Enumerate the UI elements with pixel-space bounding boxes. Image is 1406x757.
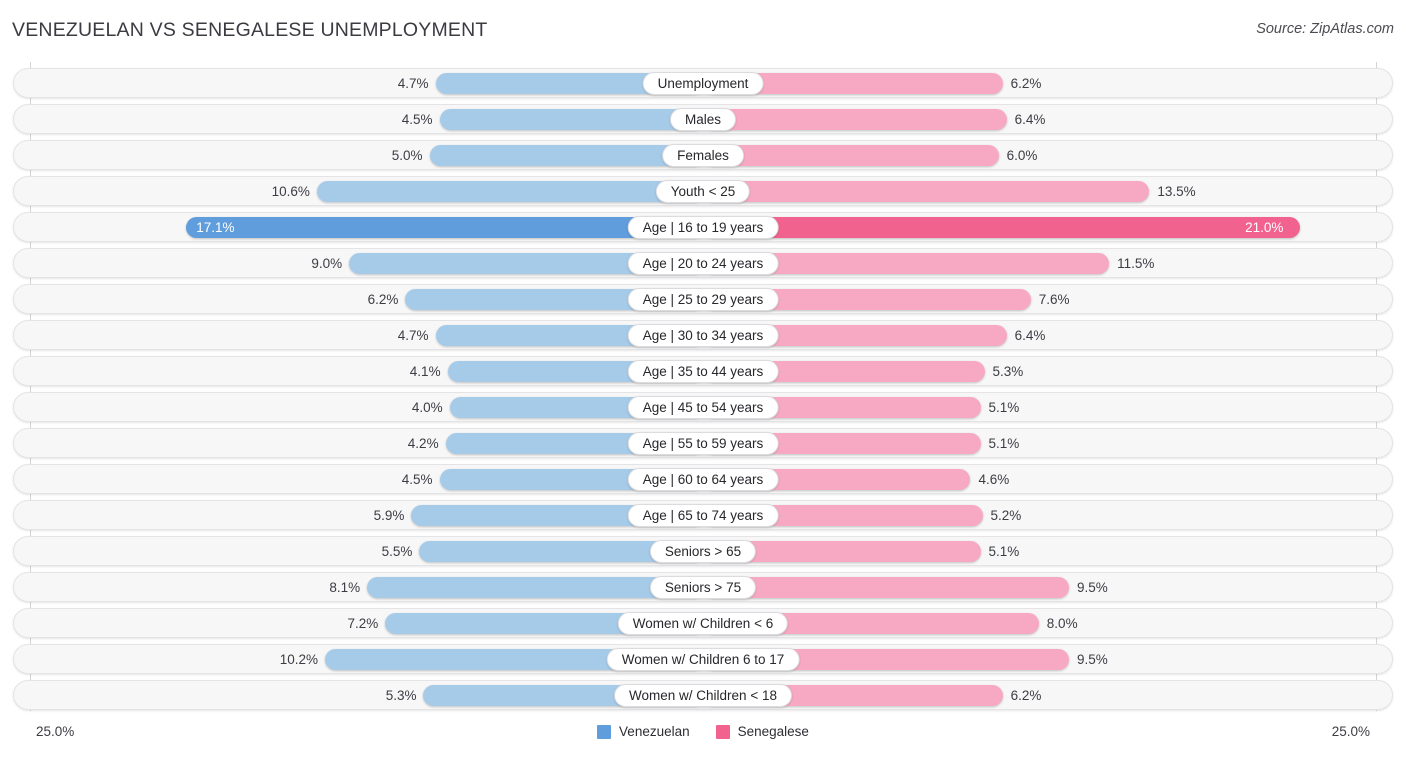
bar-senegalese[interactable] [704,217,1300,238]
bar-senegalese[interactable] [704,109,1007,130]
table-row[interactable]: 4.0% 5.1% Age | 45 to 54 years [13,392,1393,422]
legend-label: Senegalese [738,724,809,739]
table-row[interactable]: 4.1% 5.3% Age | 35 to 44 years [13,356,1393,386]
bar-venezuelan[interactable] [186,217,704,238]
table-row[interactable]: 5.5% 5.1% Seniors > 65 [13,536,1393,566]
table-row[interactable]: 6.2% 7.6% Age | 25 to 29 years [13,284,1393,314]
value-label-venezuelan: 4.7% [384,327,429,344]
chart-page: VENEZUELAN VS SENEGALESE UNEMPLOYMENT So… [0,0,1406,757]
table-row[interactable]: 10.2% 9.5% Women w/ Children 6 to 17 [13,644,1393,674]
table-row[interactable]: 10.6% 13.5% Youth < 25 [13,176,1393,206]
category-label: Youth < 25 [656,180,750,203]
table-row[interactable]: 4.2% 5.1% Age | 55 to 59 years [13,428,1393,458]
bar-senegalese[interactable] [704,145,999,166]
category-label: Age | 65 to 74 years [628,504,779,527]
table-row[interactable]: 4.5% 4.6% Age | 60 to 64 years [13,464,1393,494]
value-label-senegalese: 6.2% [1011,75,1042,92]
value-label-venezuelan: 10.2% [273,651,318,668]
value-label-senegalese: 5.1% [989,543,1020,560]
table-row[interactable]: 4.5% 6.4% Males [13,104,1393,134]
value-label-venezuelan: 5.9% [359,507,404,524]
table-row[interactable]: 5.0% 6.0% Females [13,140,1393,170]
value-label-senegalese: 5.2% [991,507,1022,524]
value-label-venezuelan: 4.0% [398,399,443,416]
category-label: Age | 55 to 59 years [628,432,779,455]
value-label-venezuelan: 4.1% [396,363,441,380]
category-label: Age | 45 to 54 years [628,396,779,419]
value-label-senegalese: 13.5% [1157,183,1195,200]
category-label: Seniors > 75 [650,576,756,599]
chart-plot-area: 4.7% 6.2% Unemployment 4.5% 6.4% Males 5.0% 6.0… [0,62,1406,717]
value-label-senegalese: 6.2% [1011,687,1042,704]
value-label-venezuelan: 4.5% [388,471,433,488]
chart-legend: Venezuelan Senegalese [0,724,1406,739]
category-label: Age | 16 to 19 years [628,216,779,239]
category-label: Age | 60 to 64 years [628,468,779,491]
legend-item[interactable]: Venezuelan [597,724,690,739]
table-row[interactable]: 4.7% 6.2% Unemployment [13,68,1393,98]
bar-senegalese[interactable] [704,181,1149,202]
table-row[interactable]: 17.1% 21.0% Age | 16 to 19 years [13,212,1393,242]
value-label-venezuelan: 5.0% [378,147,423,164]
category-label: Unemployment [643,72,764,95]
category-label: Age | 35 to 44 years [628,360,779,383]
bar-venezuelan[interactable] [440,109,704,130]
value-label-senegalese: 21.0% [1245,219,1283,236]
legend-swatch-icon [716,725,730,739]
value-label-senegalese: 8.0% [1047,615,1078,632]
table-row[interactable]: 9.0% 11.5% Age | 20 to 24 years [13,248,1393,278]
value-label-senegalese: 6.4% [1015,111,1046,128]
value-label-venezuelan: 7.2% [333,615,378,632]
value-label-venezuelan: 10.6% [265,183,310,200]
table-row[interactable]: 5.3% 6.2% Women w/ Children < 18 [13,680,1393,710]
category-label: Females [662,144,744,167]
value-label-senegalese: 5.1% [989,435,1020,452]
value-label-venezuelan: 4.5% [388,111,433,128]
value-label-senegalese: 6.0% [1007,147,1038,164]
bar-venezuelan[interactable] [317,181,704,202]
bar-senegalese[interactable] [704,577,1069,598]
category-label: Women w/ Children 6 to 17 [607,648,800,671]
legend-item[interactable]: Senegalese [716,724,809,739]
value-label-senegalese: 5.1% [989,399,1020,416]
category-label: Age | 30 to 34 years [628,324,779,347]
value-label-venezuelan: 4.2% [394,435,439,452]
chart-footer: 25.0% 25.0% VenezuelanSenegalese [0,718,1406,757]
value-label-senegalese: 7.6% [1039,291,1070,308]
table-row[interactable]: 5.9% 5.2% Age | 65 to 74 years [13,500,1393,530]
category-label: Women w/ Children < 6 [618,612,788,635]
category-label: Males [670,108,736,131]
value-label-senegalese: 6.4% [1015,327,1046,344]
value-label-venezuelan: 8.1% [315,579,360,596]
value-label-venezuelan: 5.3% [371,687,416,704]
category-label: Age | 25 to 29 years [628,288,779,311]
category-label: Women w/ Children < 18 [614,684,792,707]
legend-swatch-icon [597,725,611,739]
category-label: Age | 20 to 24 years [628,252,779,275]
value-label-senegalese: 9.5% [1077,579,1108,596]
value-label-venezuelan: 4.7% [384,75,429,92]
value-label-venezuelan: 5.5% [367,543,412,560]
table-row[interactable]: 8.1% 9.5% Seniors > 75 [13,572,1393,602]
page-title: VENEZUELAN VS SENEGALESE UNEMPLOYMENT [12,19,488,42]
table-row[interactable]: 7.2% 8.0% Women w/ Children < 6 [13,608,1393,638]
legend-label: Venezuelan [619,724,690,739]
value-label-venezuelan: 6.2% [353,291,398,308]
value-label-senegalese: 9.5% [1077,651,1108,668]
table-row[interactable]: 4.7% 6.4% Age | 30 to 34 years [13,320,1393,350]
value-label-venezuelan: 17.1% [196,219,234,236]
source-attribution: Source: ZipAtlas.com [1256,21,1394,37]
value-label-venezuelan: 9.0% [297,255,342,272]
value-label-senegalese: 4.6% [978,471,1009,488]
value-label-senegalese: 5.3% [993,363,1024,380]
value-label-senegalese: 11.5% [1117,255,1154,272]
category-label: Seniors > 65 [650,540,756,563]
